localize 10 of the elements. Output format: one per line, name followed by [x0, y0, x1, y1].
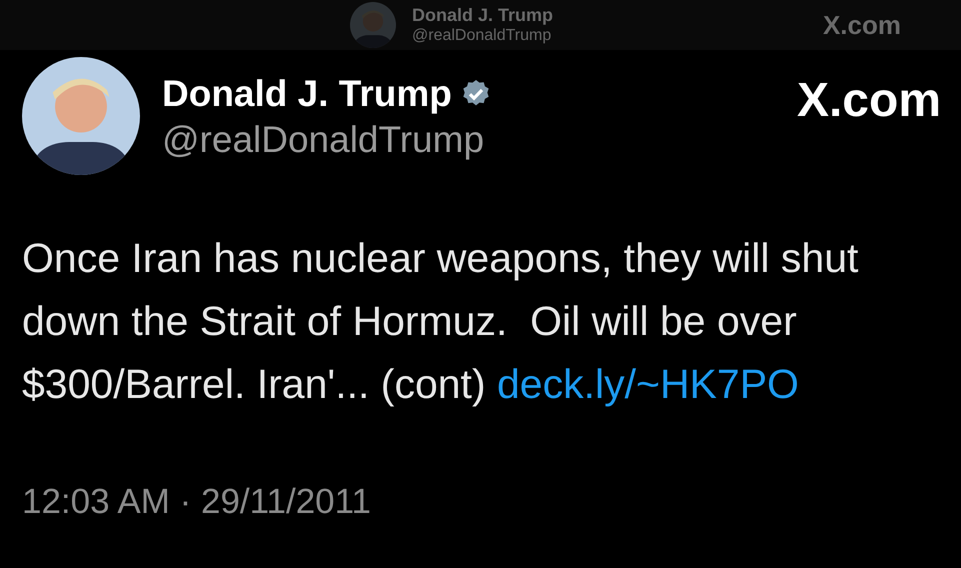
author-handle: @realDonaldTrump	[162, 118, 486, 162]
avatar-icon	[350, 2, 396, 48]
tweet-link[interactable]: deck.ly/~HK7PO	[497, 361, 799, 407]
author-handle: @realDonaldTrump	[412, 28, 552, 44]
site-label: X.com	[796, 77, 941, 125]
author-name: Donald J. Trump	[412, 6, 554, 24]
author-name: Donald J. Trump	[162, 72, 452, 116]
tweet-timestamp: 12:03 AM · 29/11/2011	[22, 481, 371, 523]
tweet-text: Once Iran has nuclear weapons, they will shut down the Strait of Hormuz. Oil will be over $300/Barrel. Iran'... (cont) deck.ly/~HK7PO	[22, 234, 860, 409]
site-label: X.com	[822, 12, 901, 38]
